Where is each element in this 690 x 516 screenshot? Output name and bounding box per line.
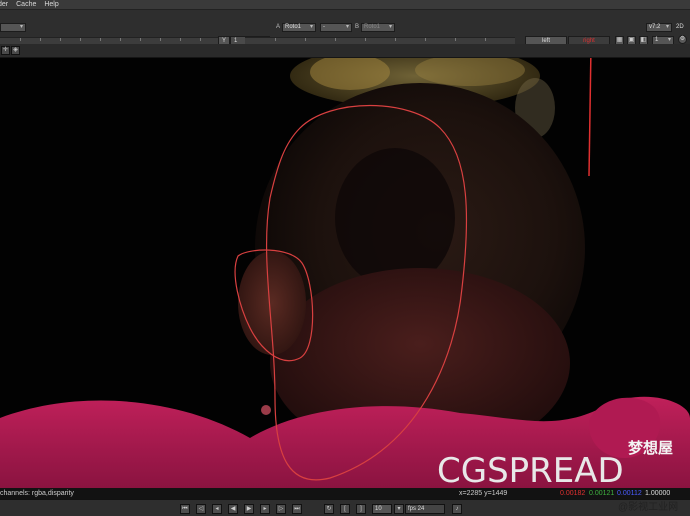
next-key-icon[interactable]: ▷	[276, 504, 286, 514]
input-a-label: A	[276, 24, 281, 30]
menu-bar: der Cache Help	[0, 0, 690, 10]
input-b-dropdown[interactable]: Roto1	[361, 23, 395, 32]
menu-help[interactable]: Help	[44, 1, 58, 8]
fps-field[interactable]: fps 24	[405, 504, 445, 514]
viewer-canvas[interactable]: CGSPREAD 梦想屋	[0, 58, 690, 488]
frame-stepper-icon[interactable]: ▾	[394, 504, 404, 514]
green-value: 0.00121	[589, 490, 615, 497]
step-forward-icon[interactable]: ▸	[260, 504, 270, 514]
credit-label: @影视工业网	[618, 502, 679, 513]
input-a-dropdown[interactable]: Roto1	[282, 23, 316, 32]
red-value: 0.00182	[560, 490, 586, 497]
channels-readout: channels: rgba,disparity	[0, 490, 74, 497]
input-b-label: B	[355, 24, 360, 30]
last-frame-icon[interactable]: ⏭	[292, 504, 302, 514]
menu-cache[interactable]: Cache	[16, 1, 36, 8]
annotation-arrow	[588, 58, 592, 177]
audio-icon[interactable]: ♪	[452, 504, 462, 514]
in-point-icon[interactable]: [	[340, 504, 350, 514]
out-point-icon[interactable]: ]	[356, 504, 366, 514]
gamma-slider[interactable]	[245, 37, 515, 44]
viewer-image	[0, 58, 690, 488]
loop-icon[interactable]: ↻	[324, 504, 334, 514]
channel-dropdown[interactable]	[0, 23, 26, 32]
status-bar: channels: rgba,disparity x=2285 y=1449 0…	[0, 488, 690, 499]
first-frame-icon[interactable]: ⏮	[180, 504, 190, 514]
playback-bar: ⏮ ◁ ◂ ◀ ▶ ▸ ▷ ⏭ ↻ [ ] 10 ▾ fps 24 ♪	[0, 499, 690, 516]
step-back-icon[interactable]: ◂	[212, 504, 222, 514]
roto-transform-icon[interactable]: ◈	[11, 46, 20, 55]
view-mode-label[interactable]: 2D	[676, 23, 684, 32]
gain-slider[interactable]	[0, 37, 220, 44]
play-back-icon[interactable]: ◀	[228, 504, 238, 514]
prev-key-icon[interactable]: ◁	[196, 504, 206, 514]
coords-readout: x=2285 y=1449	[459, 490, 508, 497]
composite-op-dropdown[interactable]: -	[320, 23, 352, 32]
settings-gear-icon[interactable]: ⚙	[678, 35, 687, 44]
version-dropdown[interactable]: v7.2	[646, 23, 672, 32]
watermark-cn-text: 梦想屋	[628, 440, 674, 457]
menu-render[interactable]: der	[0, 1, 8, 8]
viewer-toolbar: A Roto1 - B Roto1 v7.2 2D Y 1 left right…	[0, 10, 690, 46]
viewer-subtoolbar: ✛ ◈	[0, 44, 690, 58]
watermark-text: CGSPREAD	[437, 451, 624, 488]
frame-field[interactable]: 10	[372, 504, 392, 514]
play-icon[interactable]: ▶	[244, 504, 254, 514]
roto-select-icon[interactable]: ✛	[1, 46, 10, 55]
